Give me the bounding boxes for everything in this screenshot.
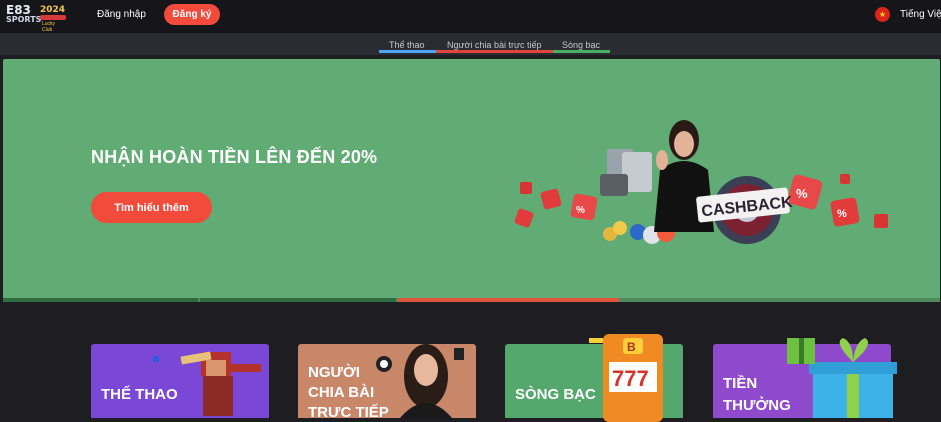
category-card-sports[interactable]: THỂ THAO	[91, 344, 269, 418]
site-logo[interactable]: E83 SPORTS 2024 Lucky Club	[6, 3, 66, 33]
promo-banner[interactable]: NHẬN HOÀN TIỀN LÊN ĐẾN 20% Tìm hiểu thêm…	[3, 59, 940, 302]
tab-casino-underline	[553, 50, 610, 53]
tab-live-dealer[interactable]: Người chia bài trực tiếp	[447, 40, 542, 50]
cashback-illustration: % % % CASHBACK	[514, 120, 888, 244]
tab-sports[interactable]: Thể thao	[389, 40, 425, 50]
svg-text:%: %	[576, 205, 585, 216]
tab-sports-underline	[379, 50, 436, 53]
svg-text:%: %	[837, 208, 847, 220]
banner-headline: NHẬN HOÀN TIỀN LÊN ĐẾN 20%	[91, 147, 378, 167]
category-tabs: Thể thao Người chia bài trực tiếp Sòng b…	[0, 33, 941, 55]
signup-button[interactable]: Đăng ký	[164, 4, 220, 25]
category-label: THỂ THAO	[101, 386, 178, 403]
logo-ribbon	[40, 15, 66, 20]
slide-indicator-2[interactable]	[200, 298, 396, 302]
category-label-line-3: TRỰC TIẾP	[308, 404, 389, 418]
slide-indicator-1[interactable]	[3, 298, 198, 302]
slide-indicator-3[interactable]	[398, 298, 619, 302]
logo-year: 2024	[40, 5, 66, 15]
category-label-line-1: TIỀN	[723, 375, 758, 392]
login-link[interactable]: Đăng nhập	[97, 9, 146, 20]
learn-more-button[interactable]: Tìm hiểu thêm	[91, 192, 212, 223]
category-label-line-2: THƯỞNG	[723, 397, 791, 414]
logo-subtext: SPORTS	[6, 15, 42, 24]
slide-progress	[3, 298, 940, 302]
category-card-live-dealer[interactable]: NGƯỜI CHIA BÀI TRỰC TIẾP	[298, 344, 476, 418]
tab-live-dealer-underline	[436, 50, 553, 53]
slot-machine-icon: 777 B	[589, 334, 663, 422]
category-label-line-1: NGƯỜI	[308, 364, 360, 381]
category-label-line-2: CHIA BÀI	[308, 384, 375, 401]
category-label: SÒNG BẠC	[515, 386, 596, 403]
top-bar: E83 SPORTS 2024 Lucky Club Đăng nhập Đăn…	[0, 0, 941, 33]
category-card-casino[interactable]: 777 B SÒNG BẠC	[505, 334, 683, 422]
category-card-bonus[interactable]: TIỀN THƯỞNG	[713, 338, 897, 418]
sports-figure-icon	[153, 351, 261, 416]
svg-text:B: B	[627, 340, 636, 354]
vietnam-flag-icon[interactable]: ★	[875, 7, 890, 22]
tab-casino[interactable]: Sòng bạc	[562, 40, 600, 50]
svg-text:%: %	[796, 186, 808, 201]
language-selector[interactable]: Tiếng Việt	[900, 9, 941, 20]
logo-tagline: Lucky Club	[42, 21, 56, 33]
svg-text:777: 777	[612, 366, 649, 391]
